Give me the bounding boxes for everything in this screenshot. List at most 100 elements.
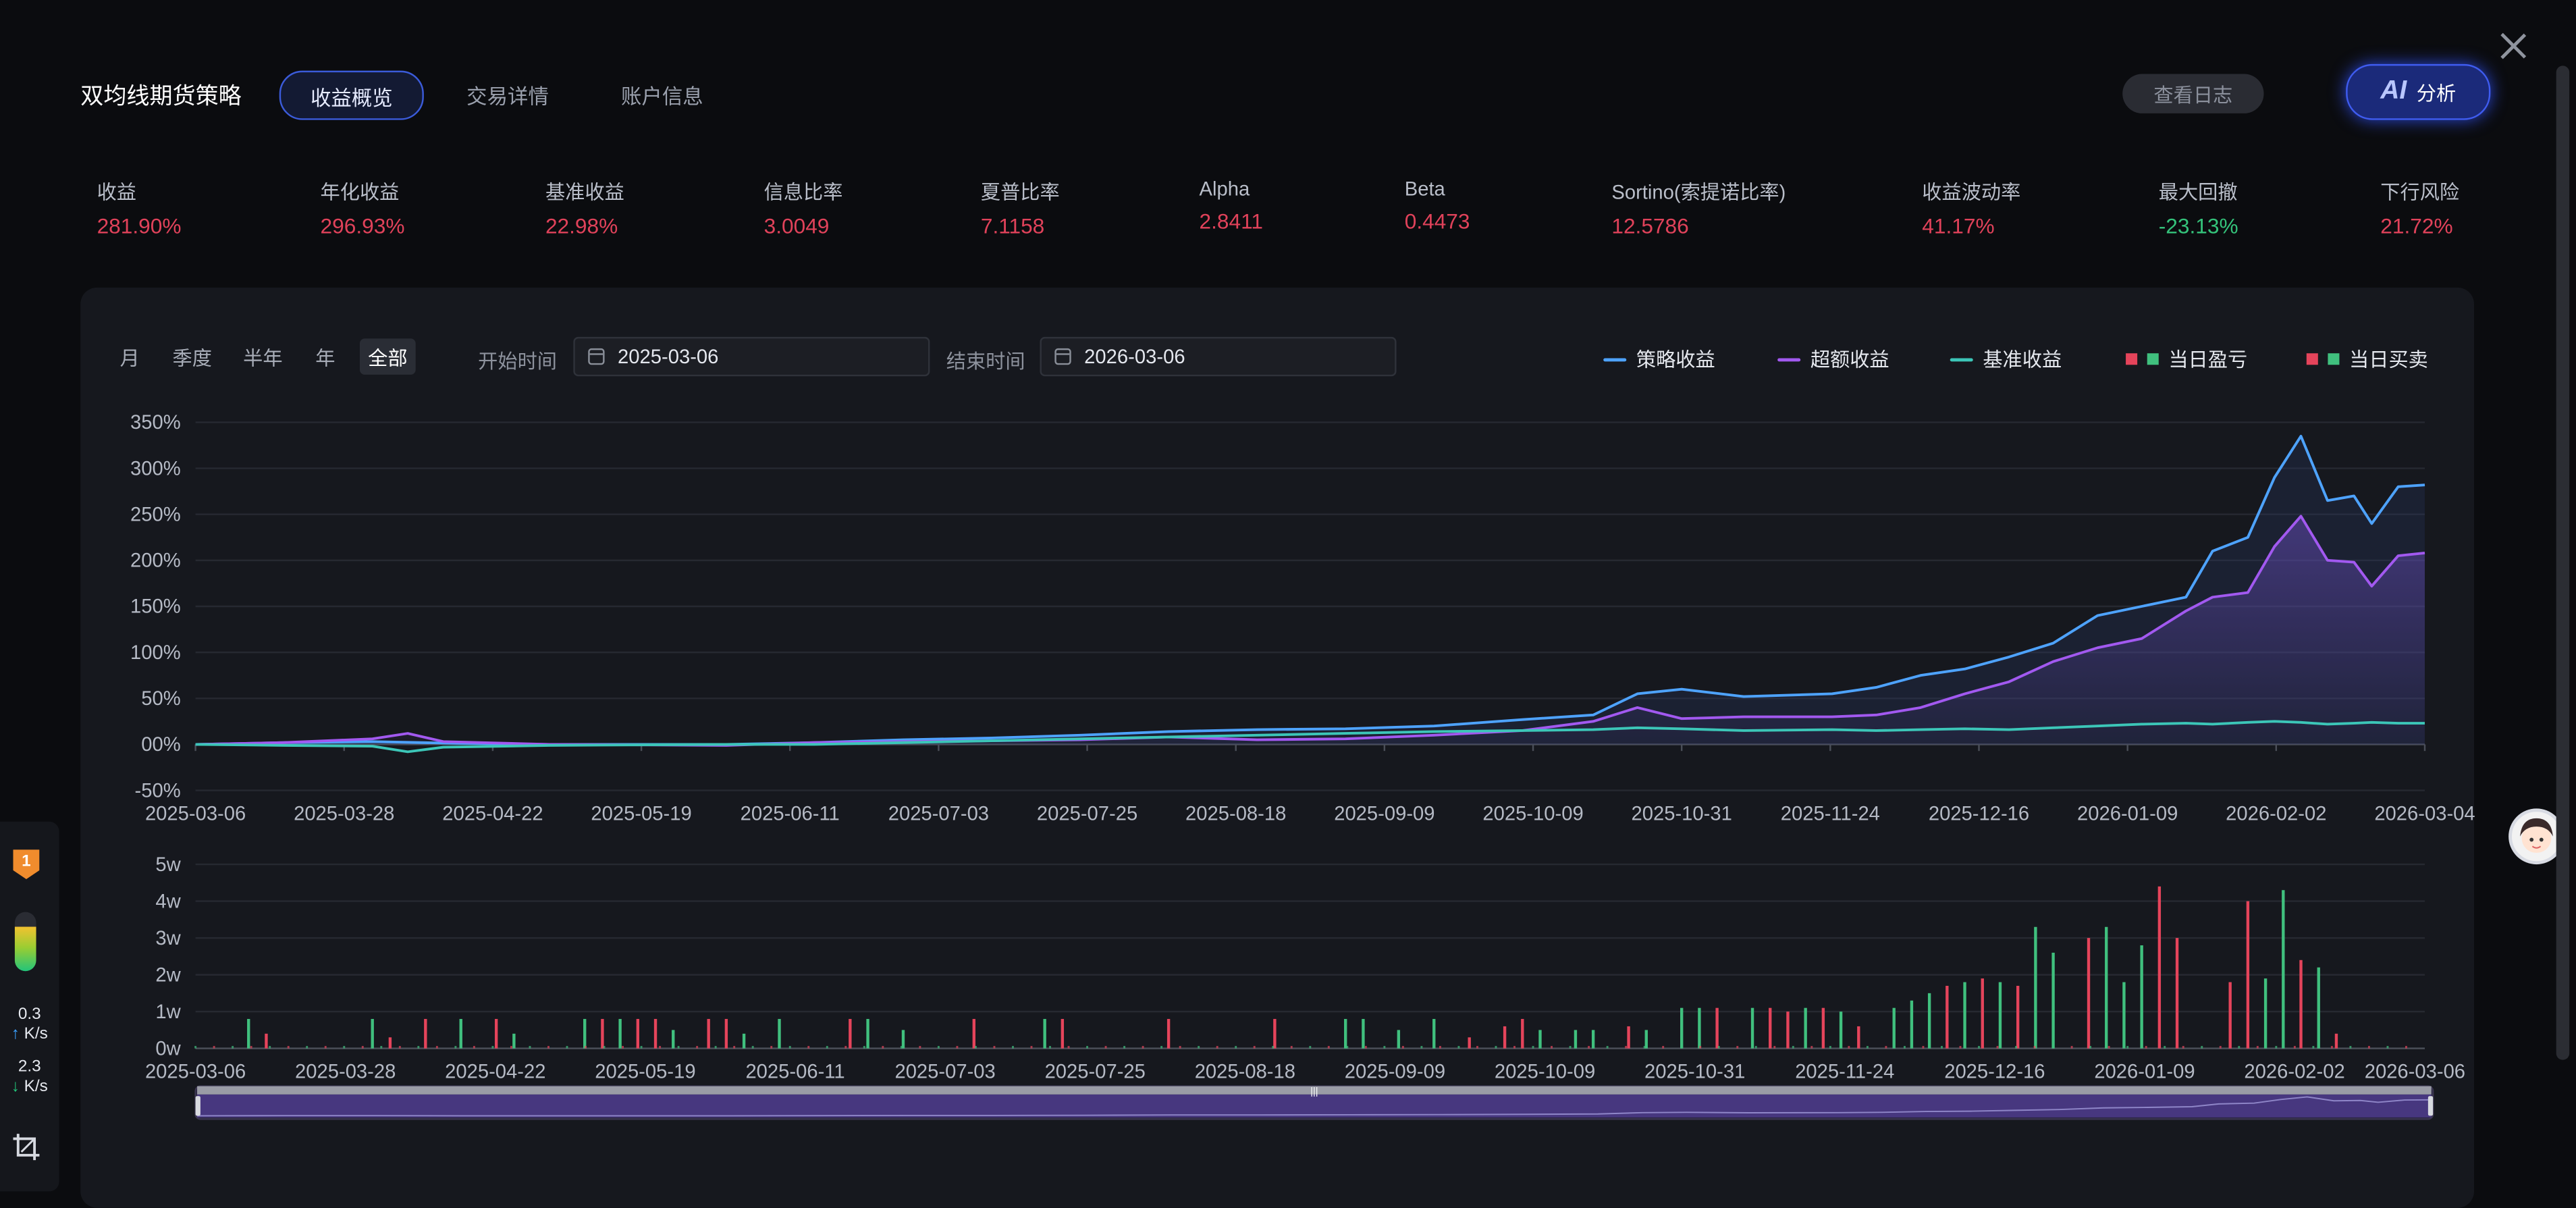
volume-bar <box>2157 886 2162 1049</box>
volume-bar <box>1786 1012 1790 1049</box>
volume-bar <box>1978 1045 1980 1049</box>
volume-bar <box>733 1045 736 1049</box>
volume-bar <box>2070 1045 2073 1049</box>
volume-bar <box>361 1045 364 1049</box>
bar-x-tick-label: 2025-03-28 <box>295 1061 396 1082</box>
volume-bar <box>1927 993 1931 1049</box>
volume-bar <box>510 1045 512 1049</box>
volume-bar <box>1606 1045 1609 1049</box>
volume-bar <box>388 1037 392 1049</box>
volume-bar <box>213 1045 215 1049</box>
volume-bar <box>1591 1030 1595 1049</box>
volume-bar <box>863 1045 865 1049</box>
volume-bar <box>788 1045 791 1049</box>
volume-bar <box>2317 967 2320 1049</box>
volume-bar <box>1922 1045 1925 1049</box>
volume-bar <box>1401 1045 1404 1049</box>
volume-bar <box>1290 1045 1293 1049</box>
volume-bar <box>1273 1019 1277 1049</box>
volume-bar <box>583 1019 587 1049</box>
volume-bar <box>2405 1045 2407 1049</box>
bar-x-tick-label: 2025-10-09 <box>1495 1061 1595 1082</box>
volume-bar <box>1067 1045 1070 1049</box>
volume-bar <box>974 1045 977 1049</box>
zoom-slider-grip-icon[interactable]: ||| <box>1310 1086 1318 1097</box>
volume-bar <box>454 1045 457 1049</box>
volume-bar <box>826 1045 828 1049</box>
volume-bar <box>1804 1007 1807 1049</box>
upload-speed-unit: ↑ K/s <box>11 1025 48 1044</box>
volume-bar <box>1644 1030 1648 1049</box>
screenshot-crop-icon[interactable] <box>11 1132 41 1162</box>
volume-bar <box>2087 938 2091 1049</box>
volume-bar <box>1857 1026 1860 1049</box>
volume-bar <box>2033 1045 2036 1049</box>
volume-bar <box>529 1045 531 1049</box>
bar-x-tick-label: 2025-04-22 <box>445 1061 545 1082</box>
volume-bar <box>2122 982 2126 1049</box>
volume-bar <box>1717 1045 1720 1049</box>
volume-bar <box>1750 1007 1754 1049</box>
bar-x-tick-label: 2025-03-06 <box>145 1061 246 1082</box>
volume-bar <box>1495 1045 1497 1049</box>
volume-bar <box>1503 1026 1507 1049</box>
volume-bar <box>636 1019 640 1049</box>
bar-x-tick-label: 2026-02-02 <box>2244 1061 2344 1082</box>
volume-bar <box>696 1045 699 1049</box>
volume-bar <box>491 1045 494 1049</box>
volume-bar <box>2263 978 2268 1049</box>
volume-bar <box>1104 1045 1107 1049</box>
volume-bar <box>1309 1045 1312 1049</box>
volume-bar <box>2282 890 2285 1049</box>
zoom-slider-left-handle[interactable] <box>195 1096 200 1116</box>
page-scrollbar[interactable] <box>2556 65 2570 1060</box>
volume-bar <box>618 1019 622 1049</box>
volume-bar <box>2145 1045 2147 1049</box>
volume-bar <box>459 1019 462 1049</box>
volume-bar <box>640 1045 643 1049</box>
volume-bar <box>1344 1019 1347 1049</box>
volume-bar <box>324 1045 327 1049</box>
volume-bar <box>882 1045 884 1049</box>
volume-bar <box>1383 1045 1386 1049</box>
daily-volume-bar-chart[interactable]: 5w 4w 3w 2w 1w 0w2025-03-06 2025-03-28 2025-04-… <box>0 0 2576 1191</box>
volume-bar <box>1839 1012 1843 1049</box>
volume-bar <box>1538 1030 1542 1049</box>
volume-bar <box>1910 1000 1914 1049</box>
bar-x-tick-label: 2025-09-09 <box>1345 1061 1445 1082</box>
volume-bar <box>232 1045 234 1049</box>
volume-bar <box>622 1045 624 1049</box>
volume-bar <box>807 1045 810 1049</box>
volume-bar <box>1123 1045 1126 1049</box>
zoom-slider-selection[interactable] <box>197 1094 2432 1118</box>
volume-bar <box>2164 1045 2166 1049</box>
upload-speed: 0.3 ↑ K/s <box>0 1005 59 1045</box>
volume-bar <box>778 1019 781 1049</box>
volume-bar <box>435 1045 438 1049</box>
volume-bar <box>2175 938 2179 1049</box>
volume-bar <box>1941 1045 1943 1049</box>
volume-bar <box>2293 1045 2296 1049</box>
volume-bar <box>2219 1045 2222 1049</box>
volume-bar <box>1715 1007 1719 1049</box>
volume-bar <box>1346 1045 1349 1049</box>
volume-bar <box>1179 1045 1181 1049</box>
volume-bar <box>1698 1007 1701 1049</box>
assistant-face-icon <box>2520 818 2553 854</box>
volume-bar <box>585 1045 587 1049</box>
download-speed-unit: ↓ K/s <box>11 1078 48 1097</box>
bar-x-tick-label: 2025-12-16 <box>1944 1061 2045 1082</box>
volume-bar <box>1397 1030 1401 1049</box>
volume-bar <box>1810 1045 1813 1049</box>
volume-bar <box>1235 1045 1237 1049</box>
zoom-slider-right-handle[interactable] <box>2427 1096 2434 1116</box>
volume-bar <box>2246 901 2250 1049</box>
volume-bar <box>2182 1045 2184 1049</box>
volume-bar <box>1030 1045 1033 1049</box>
volume-bar <box>2367 1045 2370 1049</box>
volume-bar <box>1551 1045 1553 1049</box>
volume-bar <box>900 1045 903 1049</box>
volume-bar <box>2330 1045 2333 1049</box>
volume-bar <box>1198 1045 1200 1049</box>
volume-bar <box>1253 1045 1256 1049</box>
